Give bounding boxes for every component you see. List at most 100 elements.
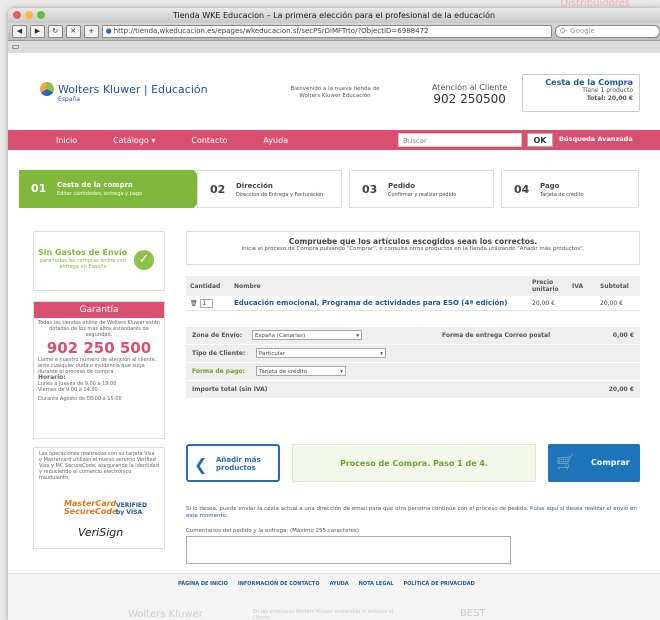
unit-price: 20,00 € — [528, 296, 568, 311]
brand-name: Wolters Kluwer | Educación — [58, 82, 208, 96]
footer-links: PÁGINA DE INICIO INFORMACIÓN DE CONTACTO… — [178, 581, 475, 587]
col-iva: IVA — [568, 276, 596, 296]
title-bar: Tienda WKE Educacion – La primera elecci… — [8, 8, 660, 23]
zoom-window-button[interactable] — [37, 11, 45, 19]
footer-badge: BEST — [460, 608, 486, 619]
advanced-search-link[interactable]: Búsqueda Avanzada — [559, 135, 633, 143]
comments-label: Comentarios del pedido y la entrega: (Má… — [186, 528, 359, 534]
buy-button[interactable]: 🛒 Comprar — [548, 444, 640, 482]
browser-window: Tienda WKE Educacion – La primera elecci… — [8, 8, 660, 620]
verisign-logo: VeriSign — [78, 526, 124, 539]
site-header: Wolters Kluwer | Educación España Bienve… — [8, 53, 660, 128]
zona-select[interactable]: España (Canarias) — [252, 330, 362, 341]
col-nombre: Nombre — [230, 276, 528, 296]
horario-2: Viernes de 9.00 a 14.30 — [38, 387, 98, 393]
customer-service-label: Atención al Cliente — [432, 83, 508, 92]
zona-label: Zona de Envío: — [192, 332, 243, 339]
stop-icon[interactable]: ✕ — [65, 25, 81, 38]
quantity-input[interactable]: 1 — [199, 298, 214, 308]
footer-link-ayuda[interactable]: AYUDA — [330, 581, 349, 587]
check-items-message: Compruebe que los artículos escogidos se… — [186, 231, 640, 265]
pago-select[interactable]: Tarjeta de crédito — [256, 366, 346, 377]
guarantee-box: Garantía Todas las tiendas online de Wol… — [33, 301, 165, 439]
browser-search-input[interactable]: Q- Google — [554, 25, 660, 38]
cart-summary[interactable]: Cesta de la Compra Tiene 1 producto Tota… — [522, 74, 640, 112]
guarantee-text2: Llame a nuestro número de atención al cl… — [38, 357, 157, 375]
horario-label: Horario: — [38, 374, 66, 381]
process-step-text: Proceso de Compra. Paso 1 de 4. — [292, 444, 536, 482]
footer-link-inicio[interactable]: PÁGINA DE INICIO — [178, 581, 228, 587]
forward-icon[interactable]: ▶ — [29, 25, 45, 38]
footer-brand: Wolters Kluwer — [128, 609, 203, 620]
web-page: Wolters Kluwer | Educación España Bienve… — [8, 53, 660, 620]
verified-by-visa-logo: VERIFIED by VISA — [116, 502, 148, 516]
site-search-input[interactable]: Buscar — [398, 133, 522, 147]
brand-sub: España — [58, 96, 80, 103]
comments-textarea[interactable] — [186, 536, 511, 564]
footer-link-legal[interactable]: NOTA LEGAL — [359, 581, 394, 587]
security-box: Las operaciones realizadas con su tarjet… — [33, 447, 165, 549]
close-window-button[interactable] — [13, 11, 21, 19]
chevron-left-icon: ❮ — [194, 455, 208, 474]
url-text: http://tienda.wkeducacion.es/epages/wked… — [113, 27, 429, 35]
welcome-text: Bienvenido a la nueva tienda de Wolters … — [290, 86, 380, 99]
nav-contacto[interactable]: Contacto — [173, 136, 245, 145]
add-more-label: Añadir más productos — [216, 456, 261, 472]
browser-toolbar: ◀ ▶ ↻ ✕ + ● http://tienda.wkeducacion.es… — [8, 23, 660, 41]
tipo-select[interactable]: Particular — [256, 348, 386, 359]
message-title: Compruebe que los artículos escogidos se… — [288, 237, 538, 246]
main-nav: Inicio Catálogo ▾ Contacto Ayuda Buscar … — [8, 130, 660, 150]
add-more-products-button[interactable]: ❮ Añadir más productos — [186, 444, 280, 482]
wolters-kluwer-logo-icon — [40, 82, 54, 96]
step-order: 03 Pedido Confirmar y realizar pedido — [349, 170, 494, 208]
zona-row: Zona de Envío: España (Canarias) Forma d… — [186, 326, 640, 344]
buy-label: Comprar — [591, 458, 630, 467]
site-footer: PÁGINA DE INICIO INFORMACIÓN DE CONTACTO… — [8, 573, 660, 620]
nav-inicio[interactable]: Inicio — [38, 136, 95, 145]
free-shipping-box: Sin Gastos de Envío para todas las compr… — [33, 231, 165, 291]
nav-ayuda[interactable]: Ayuda — [245, 136, 306, 145]
send-cart-text: Si lo desea, puede enviar la cesta actua… — [186, 506, 637, 519]
security-text: Las operaciones realizadas con su tarjet… — [39, 451, 159, 481]
table-row: 🗑 1 Educación emocional, Programa de act… — [186, 296, 640, 311]
tipo-label: Tipo de Cliente: — [192, 350, 246, 357]
distributors-overlay: Distribuidores — [560, 0, 630, 9]
product-link[interactable]: Educación emocional, Programa de activid… — [230, 296, 528, 311]
cart-total: Total: 20,00 € — [586, 95, 633, 102]
nav-catalogo[interactable]: Catálogo ▾ — [95, 136, 173, 145]
cart-table: Cantidad Nombre Precio unitario IVA Subt… — [186, 276, 640, 311]
checkout-steps: 01 Cesta de la compra Editar cantidades,… — [19, 170, 639, 208]
cart-main: Compruebe que los artículos escogidos se… — [186, 231, 640, 564]
pago-row: Forma de pago: Tarjeta de crédito — [186, 362, 640, 380]
total-label: Importe total (sin IVA) — [192, 386, 268, 393]
left-sidebar: Sin Gastos de Envío para todas las compr… — [33, 231, 165, 549]
show-bookmarks-icon[interactable]: ▭ — [12, 42, 20, 51]
total-value: 20,00 € — [608, 386, 634, 393]
mastercard-securecode-logo: MasterCard SecureCode — [64, 499, 118, 516]
minimize-window-button[interactable] — [25, 11, 33, 19]
search-ok-button[interactable]: OK — [527, 133, 553, 147]
cart-title: Cesta de la Compra — [545, 78, 633, 87]
delete-item-icon[interactable]: 🗑 — [190, 300, 198, 307]
tipo-row: Tipo de Cliente: Particular — [186, 344, 640, 362]
iva-value — [568, 296, 596, 311]
site-logo[interactable]: Wolters Kluwer | Educación España — [40, 82, 208, 103]
address-bar[interactable]: ● http://tienda.wkeducacion.es/epages/wk… — [101, 25, 552, 38]
pago-label: Forma de pago: — [192, 368, 245, 375]
window-title: Tienda WKE Educacion – La primera elecci… — [172, 11, 496, 20]
forma-entrega-value: 0,00 € — [612, 332, 634, 339]
col-subtotal: Subtotal — [596, 276, 640, 296]
reload-icon[interactable]: ↻ — [47, 25, 63, 38]
basket-icon: 🛒 — [556, 453, 575, 471]
cart-items: Tiene 1 producto — [582, 87, 633, 94]
back-icon[interactable]: ◀ — [12, 25, 27, 38]
footer-link-contacto[interactable]: INFORMACIÓN DE CONTACTO — [238, 581, 320, 587]
window-controls — [13, 11, 45, 19]
footer-link-privacidad[interactable]: POLÍTICA DE PRIVACIDAD — [404, 581, 475, 587]
footer-text: En las empresas Wolters Kluwer sostenibl… — [253, 609, 394, 620]
add-bookmark-icon[interactable]: + — [83, 25, 99, 38]
message-desc: Inicie el proceso de Compra pulsando "Co… — [241, 246, 585, 252]
guarantee-text: Todas las tiendas online de Wolters Kluw… — [38, 320, 160, 338]
guarantee-phone: 902 250 500 — [46, 339, 152, 357]
step-address: 02 Dirección Dirección de Entrega y Fact… — [197, 170, 342, 208]
